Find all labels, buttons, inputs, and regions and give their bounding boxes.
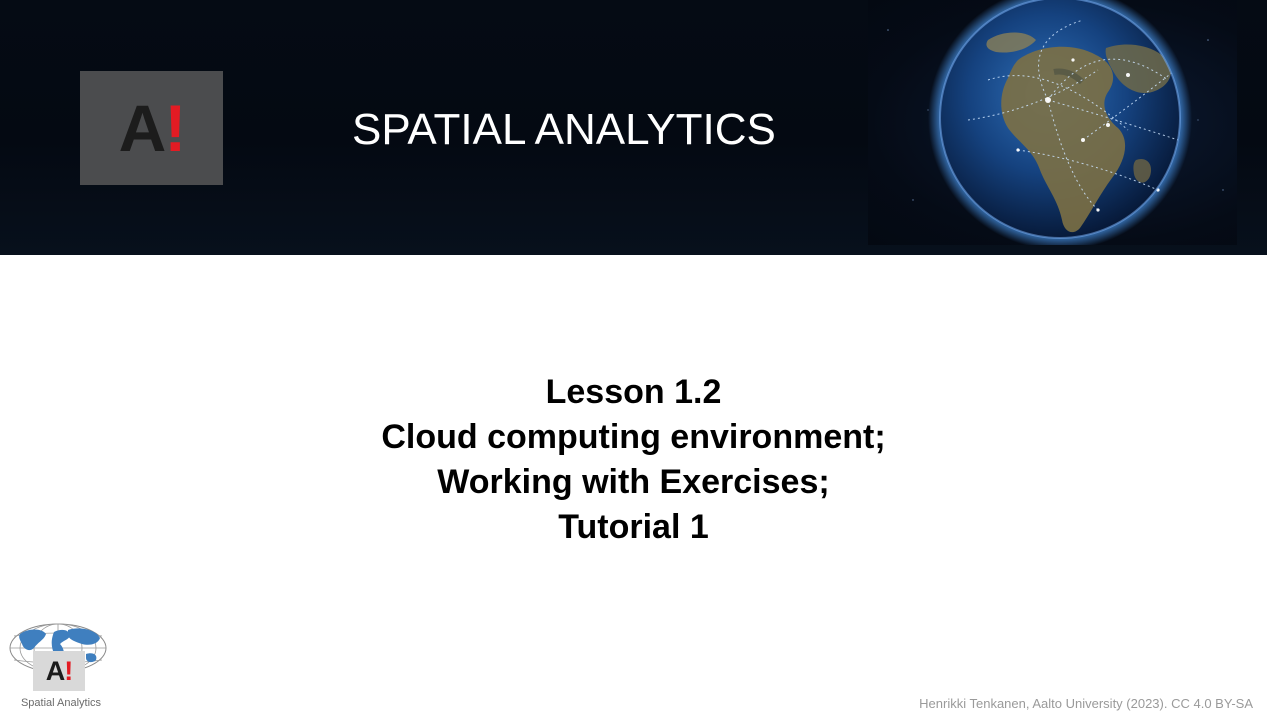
lesson-topic-3: Tutorial 1 xyxy=(558,508,709,546)
lesson-topic-2: Working with Exercises; xyxy=(437,463,830,501)
logo-exclamation: ! xyxy=(164,91,186,165)
lesson-number: Lesson 1.2 xyxy=(545,373,722,411)
footer-logo-letter: A xyxy=(45,655,65,686)
logo-letter: A xyxy=(118,91,167,165)
course-title: SPATIAL ANALYTICS xyxy=(352,105,776,154)
globe-icon xyxy=(887,0,1224,245)
footer-logo-label: Spatial Analytics xyxy=(20,697,102,709)
aalto-logo: A! xyxy=(80,71,223,185)
earth-globe-image xyxy=(868,0,1237,245)
footer-logo-exclamation: ! xyxy=(64,655,73,686)
lesson-title-block: Lesson 1.2 Cloud computing environment; … xyxy=(0,370,1267,550)
slide: A! SPATIAL ANALYTICS Lesson 1.2 Cloud co… xyxy=(0,0,1267,714)
footer-aalto-logo: A! xyxy=(33,651,85,691)
author-credit: Henrikki Tenkanen, Aalto University (202… xyxy=(919,696,1253,711)
lesson-topic-1: Cloud computing environment; xyxy=(381,418,886,456)
header-banner: A! SPATIAL ANALYTICS xyxy=(0,0,1267,255)
